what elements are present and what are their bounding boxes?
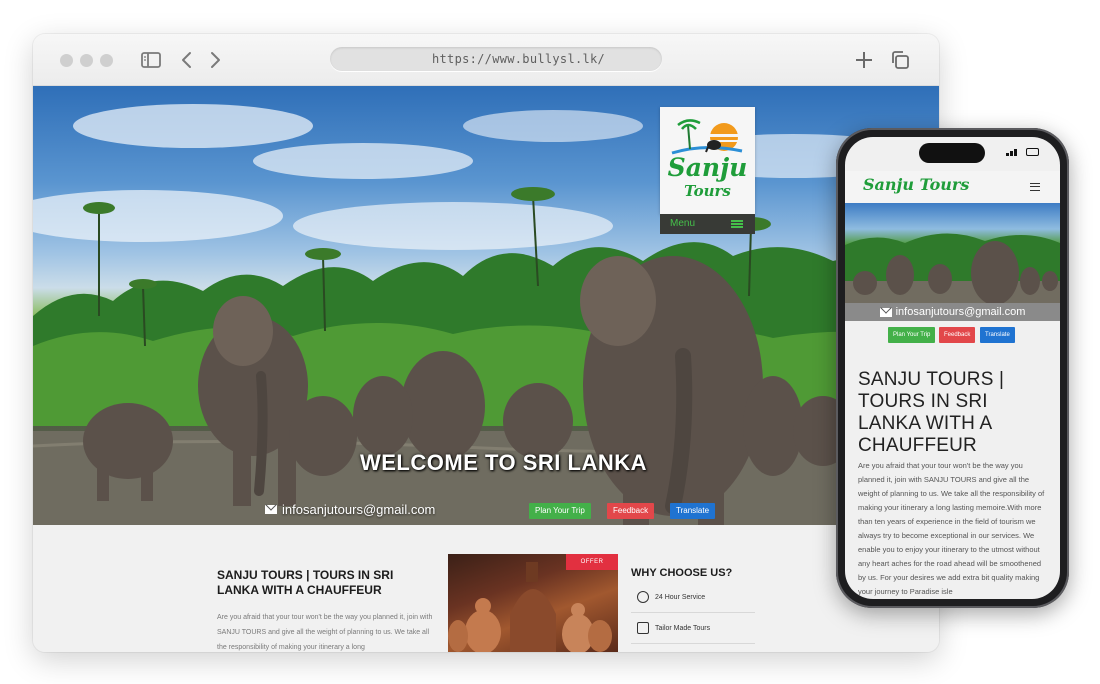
clock-icon <box>637 591 649 603</box>
hero-heading: WELCOME TO SRI LANKA <box>359 450 648 475</box>
article-title: SANJU TOURS | TOURS IN SRI LANKA WITH A … <box>217 568 394 597</box>
desktop-browser-mockup: https://www.bullysl.lk/ Sanju Tours Menu… <box>33 34 939 652</box>
offer-card[interactable]: OFFER <box>448 554 618 652</box>
mobile-article-title: SANJU TOURS | TOURS IN SRI LANKA WITH A … <box>858 369 1005 456</box>
logo-wordmark-top: Sanju <box>667 153 748 182</box>
mobile-email-bar[interactable]: infosanjutours@gmail.com <box>845 303 1060 321</box>
envelope-icon <box>265 505 277 514</box>
address-bar[interactable]: https://www.bullysl.lk/ <box>330 47 662 71</box>
why-item-24-hour-service: 24 Hour Service <box>637 589 705 605</box>
plan-your-trip-button[interactable]: Plan Your Trip <box>888 327 936 343</box>
intro-section: SANJU TOURS | TOURS IN SRI LANKA WITH A … <box>33 525 939 652</box>
why-item-label: 24 Hour Service <box>655 593 706 601</box>
forward-arrow-icon[interactable] <box>204 49 226 71</box>
phone-mockup: Sanju Tours infosanjutours@gmail.com Pla… <box>836 128 1069 608</box>
window-close-dot[interactable] <box>60 54 73 67</box>
feedback-button[interactable]: Feedback <box>939 327 976 343</box>
menu-toggle-button[interactable]: Menu <box>660 214 755 234</box>
hamburger-icon[interactable] <box>1030 183 1040 191</box>
dynamic-island <box>919 143 985 163</box>
mobile-email-text: infosanjutours@gmail.com <box>895 306 1026 318</box>
hero-banner: Sanju Tours Menu WELCOME TO SRI LANKA in… <box>33 86 939 525</box>
menu-label: Menu <box>670 218 696 229</box>
why-item-label: Tailor Made Tours <box>655 624 711 632</box>
why-item-tailor-made-tours: Tailor Made Tours <box>637 620 710 636</box>
mobile-hero-image <box>845 203 1060 303</box>
logo-wordmark-bottom: Tours <box>684 182 731 200</box>
browser-toolbar: https://www.bullysl.lk/ <box>33 34 939 86</box>
feedback-button[interactable]: Feedback <box>607 503 655 519</box>
elephants-photo <box>845 233 1060 303</box>
why-choose-us-heading: WHY CHOOSE US? <box>631 567 733 579</box>
window-maximize-dot[interactable] <box>100 54 113 67</box>
offer-badge: OFFER <box>566 554 618 570</box>
new-tab-plus-icon[interactable] <box>853 49 875 71</box>
mobile-logo[interactable]: Sanju Tours <box>863 175 969 194</box>
mobile-header: Sanju Tours <box>845 171 1060 203</box>
sidebar-toggle-icon[interactable] <box>140 49 162 71</box>
translate-button[interactable]: Translate <box>980 327 1015 343</box>
site-logo[interactable]: Sanju Tours <box>660 107 755 214</box>
tailor-icon <box>637 622 649 634</box>
window-minimize-dot[interactable] <box>80 54 93 67</box>
tab-overview-icon[interactable] <box>889 49 911 71</box>
hero-email-text: infosanjutours@gmail.com <box>282 502 436 517</box>
article-excerpt: Are you afraid that your tour won't be t… <box>217 614 433 651</box>
logo-sun-palm-elephant-icon <box>671 119 744 155</box>
envelope-icon <box>879 307 892 317</box>
status-signal-battery-icon <box>1006 148 1040 156</box>
hamburger-icon <box>731 220 743 228</box>
hero-email-link[interactable]: infosanjutours@gmail.com <box>265 502 435 517</box>
divider <box>631 643 755 644</box>
phone-screen: Sanju Tours infosanjutours@gmail.com Pla… <box>845 137 1060 599</box>
divider <box>631 612 755 613</box>
mobile-article-body: Are you afraid that your tour won't be t… <box>858 461 1045 596</box>
plan-your-trip-button[interactable]: Plan Your Trip <box>529 503 591 519</box>
translate-button[interactable]: Translate <box>670 503 716 519</box>
back-arrow-icon[interactable] <box>176 49 198 71</box>
